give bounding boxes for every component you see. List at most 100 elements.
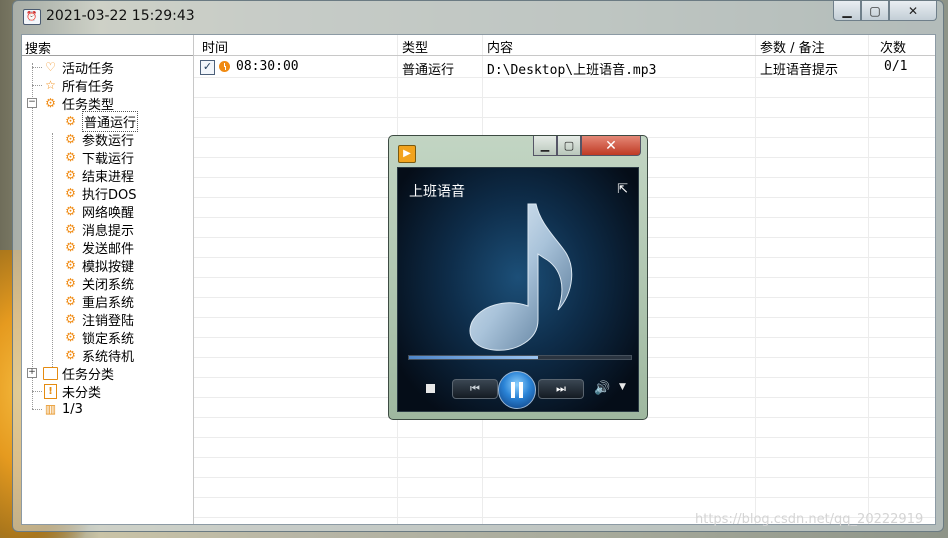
pause-button[interactable]	[498, 371, 536, 409]
volume-dropdown-icon[interactable]: ▼	[619, 382, 626, 392]
gear-icon: ⚙	[65, 311, 76, 326]
table-row[interactable]: ✓ 08:30:00 普通运行 D:\Desktop\上班语音.mp3 上班语音…	[194, 57, 935, 78]
media-player-window[interactable]: ▶ ▁ ▢ ✕ 上班语音 ⇱ ⏮ ⏭ 🔊 ▼	[388, 135, 648, 420]
tree-item-label: 所有任务	[62, 79, 115, 95]
tree-line	[32, 409, 42, 410]
gear-icon: ⚙	[65, 185, 76, 200]
tree-item-task-categories[interactable]: 任务分类	[43, 364, 115, 383]
row-divider	[194, 97, 935, 98]
close-icon: ✕	[605, 137, 617, 154]
gear-icon: ⚙	[65, 347, 76, 362]
tree-item-label: 参数运行	[82, 133, 135, 149]
player-maximize-button[interactable]: ▢	[557, 136, 581, 156]
row-divider	[194, 497, 935, 498]
tree-item-label: 1/3	[62, 401, 83, 417]
tree-item-run-dos[interactable]: ⚙ 执行DOS	[63, 184, 136, 203]
switch-to-library-icon[interactable]: ⇱	[617, 182, 628, 197]
tree-line	[32, 63, 33, 409]
tree-item-wake-on-lan[interactable]: ⚙ 网络唤醒	[63, 202, 135, 221]
player-minimize-button[interactable]: ▁	[533, 136, 557, 156]
tree-item-label: 下载运行	[82, 151, 135, 167]
table-header: 时间 类型 内容 参数 / 备注 次数	[194, 35, 935, 56]
tree-item-label: 结束进程	[82, 169, 135, 185]
tree-item-logoff[interactable]: ⚙ 注销登陆	[63, 310, 134, 329]
tree-item-standby[interactable]: ⚙ 系统待机	[63, 346, 135, 365]
task-enabled-checkbox[interactable]: ✓	[200, 60, 215, 75]
column-header-time[interactable]: 时间	[202, 37, 228, 56]
exclamation-icon: !	[43, 383, 58, 399]
tree-item-label: 任务分类	[62, 367, 115, 383]
tree-line	[32, 67, 42, 68]
row-divider	[194, 457, 935, 458]
collapse-toggle-task-types[interactable]: −	[27, 98, 37, 108]
row-divider	[194, 117, 935, 118]
task-time: 08:30:00	[236, 59, 299, 74]
close-icon: ✕	[907, 3, 919, 18]
watermark: https://blog.csdn.net/qq_20222919	[695, 512, 924, 527]
player-close-button[interactable]: ✕	[581, 136, 641, 156]
tree-item-simulate-keys[interactable]: ⚙ 模拟按键	[63, 256, 135, 275]
minimize-button[interactable]: ▁	[833, 1, 861, 21]
close-button[interactable]: ✕	[889, 1, 937, 21]
previous-button[interactable]: ⏮	[452, 379, 498, 399]
tree-item-lock[interactable]: ⚙ 锁定系统	[63, 328, 135, 347]
player-caption-buttons: ▁ ▢ ✕	[533, 136, 641, 156]
track-title: 上班语音	[409, 184, 465, 200]
tree-item-message-prompt[interactable]: ⚙ 消息提示	[63, 220, 135, 239]
tree-item-uncategorized[interactable]: ! 未分类	[43, 382, 101, 401]
tree-item-download-run[interactable]: ⚙ 下载运行	[63, 148, 135, 167]
tree-line	[52, 133, 53, 373]
row-divider	[194, 477, 935, 478]
column-divider	[868, 35, 869, 524]
gear-icon: ⚙	[65, 275, 76, 290]
tree-item-label: 网络唤醒	[82, 205, 135, 221]
column-header-content[interactable]: 内容	[487, 37, 513, 56]
column-header-count[interactable]: 次数	[880, 37, 906, 56]
tree-item-active-tasks[interactable]: ♡ 活动任务	[43, 58, 115, 77]
column-divider	[755, 35, 756, 524]
tree-item-all-tasks[interactable]: ☆ 所有任务	[43, 76, 115, 95]
task-type: 普通运行	[402, 63, 455, 78]
tree-item-send-email[interactable]: ⚙ 发送邮件	[63, 238, 134, 257]
seek-bar-progress	[409, 356, 538, 359]
tree-item-count[interactable]: ▥ 1/3	[43, 400, 83, 418]
title-bar[interactable]: ⏰ 2021-03-22 15:29:43 ▁ ▢ ✕	[13, 1, 943, 33]
gear-icon: ⚙	[65, 131, 76, 146]
tree-item-normal-run[interactable]: ⚙ 普通运行	[63, 110, 139, 132]
player-title-bar[interactable]: ▶ ▁ ▢ ✕	[389, 136, 647, 163]
search-divider	[22, 55, 193, 56]
gear-icon: ⚙	[65, 167, 76, 182]
expand-toggle-task-categories[interactable]: +	[27, 368, 37, 378]
gear-icon: ⚙	[65, 257, 76, 272]
previous-icon: ⏮	[470, 382, 480, 395]
tree-item-label: 消息提示	[82, 223, 135, 239]
tree-item-end-process[interactable]: ⚙ 结束进程	[63, 166, 135, 185]
player-controls: ⏮ ⏭ 🔊 ▼	[398, 371, 640, 409]
column-header-params-note[interactable]: 参数 / 备注	[760, 37, 825, 56]
tree-item-label: 系统待机	[82, 349, 135, 365]
bar-chart-icon: ▥	[44, 402, 57, 416]
gear-icon: ⚙	[65, 221, 76, 236]
volume-icon[interactable]: 🔊	[594, 381, 610, 396]
tree-line	[32, 85, 42, 86]
tree-item-restart[interactable]: ⚙ 重启系统	[63, 292, 134, 311]
next-button[interactable]: ⏭	[538, 379, 584, 399]
task-tree-pane: 搜索 − + ♡ 活动任务 ☆ 所有任务 ⚙ 任务类型 ⚙ 普通运行 ⚙ 参数运行 ⚙ 下载…	[22, 35, 194, 524]
maximize-button[interactable]: ▢	[861, 1, 889, 21]
folder-icon	[43, 366, 58, 381]
tree-item-label: 模拟按键	[82, 259, 135, 275]
seek-bar[interactable]	[408, 355, 632, 360]
gear-icon: ⚙	[65, 239, 76, 254]
tree-item-label: 活动任务	[62, 61, 115, 77]
gear-icon: ⚙	[65, 149, 76, 164]
gear-icon: ⚙	[65, 113, 76, 128]
tree-item-param-run[interactable]: ⚙ 参数运行	[63, 130, 135, 149]
tree-item-label: 锁定系统	[82, 331, 135, 347]
column-header-type[interactable]: 类型	[402, 37, 428, 56]
gear-icon: ⚙	[65, 329, 76, 344]
tree-item-label: 普通运行	[82, 110, 139, 132]
task-note: 上班语音提示	[760, 63, 839, 78]
stop-button[interactable]	[426, 384, 435, 393]
tree-item-shutdown[interactable]: ⚙ 关闭系统	[63, 274, 134, 293]
tree-item-task-types[interactable]: ⚙ 任务类型	[43, 94, 114, 113]
